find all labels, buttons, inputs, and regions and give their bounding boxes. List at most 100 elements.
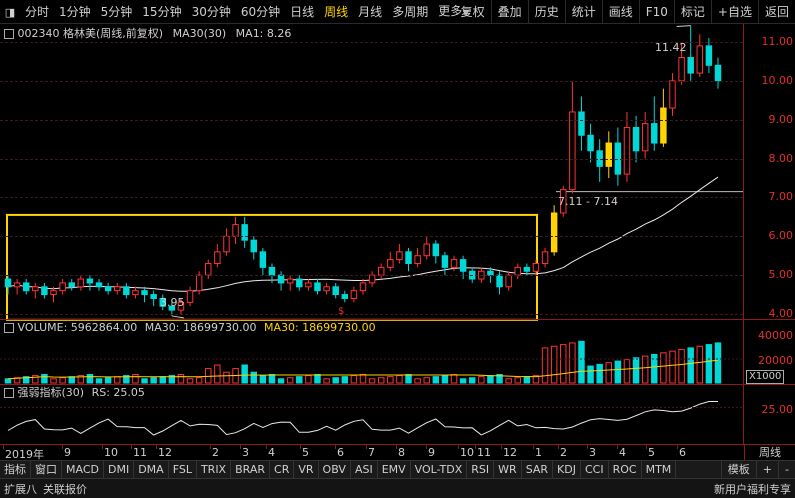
volume-bar bbox=[68, 376, 75, 384]
timeframe-tab[interactable]: 5分钟 bbox=[96, 0, 138, 24]
indicator-tab[interactable]: CCI bbox=[581, 461, 609, 478]
candle-body bbox=[22, 282, 30, 292]
indicator-tab[interactable]: TRIX bbox=[197, 461, 232, 478]
candle-body bbox=[286, 278, 294, 284]
volume-bar bbox=[241, 364, 248, 384]
timeframe-tab[interactable]: 分时 bbox=[20, 0, 54, 24]
date-tick bbox=[335, 445, 336, 449]
main-volume-divider[interactable] bbox=[0, 319, 795, 320]
dividend-icon[interactable]: $ bbox=[338, 306, 344, 317]
price-gridline bbox=[0, 275, 743, 277]
high-price-label: 11.42 bbox=[655, 41, 687, 54]
indicator-tab[interactable]: BRAR bbox=[231, 461, 271, 478]
toolbar-button[interactable]: 叠加 bbox=[490, 0, 528, 24]
timeframe-tab[interactable]: 1分钟 bbox=[54, 0, 96, 24]
status-link[interactable]: 关联报价 bbox=[43, 481, 87, 497]
volume-bar bbox=[623, 358, 631, 384]
candle-body bbox=[86, 278, 94, 284]
low-price-label: 3.95 bbox=[160, 296, 185, 309]
indicator-tab[interactable]: ROC bbox=[609, 461, 642, 478]
timeframe-tab[interactable]: 15分钟 bbox=[137, 0, 186, 24]
price-tick-label: 8.00 bbox=[768, 151, 794, 165]
main-legend: 002340 格林美(周线,前复权) MA30(30) MA1: 8.26 bbox=[4, 27, 291, 41]
indicator-action[interactable]: + bbox=[755, 461, 778, 478]
volume-label-high: 40000 bbox=[758, 329, 793, 342]
timeframe-tab[interactable]: 月线 bbox=[353, 0, 387, 24]
status-link[interactable]: 扩展八 bbox=[4, 481, 37, 497]
candle-body bbox=[50, 290, 57, 296]
indicator-tab[interactable]: DMI bbox=[104, 461, 135, 478]
volume-bar bbox=[450, 373, 458, 384]
pin-icon[interactable]: ◨ bbox=[0, 1, 20, 23]
volume-bar bbox=[469, 377, 476, 384]
date-tick bbox=[475, 445, 476, 449]
toolbar-button[interactable]: 画线 bbox=[601, 0, 639, 24]
timeframe-tab[interactable]: 30分钟 bbox=[187, 0, 236, 24]
indicator-tab[interactable]: VOL-TDX bbox=[411, 461, 468, 478]
candle-body bbox=[150, 294, 157, 299]
price-gridline bbox=[0, 158, 743, 160]
rs-panel-icon[interactable] bbox=[4, 388, 14, 398]
range-label: 7.11 - 7.14 bbox=[558, 195, 618, 208]
date-label: 3 bbox=[242, 446, 249, 459]
date-label: 11 bbox=[477, 446, 491, 459]
timeframe-tab[interactable]: 60分钟 bbox=[236, 0, 285, 24]
indicator-tab[interactable]: SAR bbox=[522, 461, 554, 478]
indicator-tab[interactable]: 窗口 bbox=[31, 461, 62, 478]
toolbar-button[interactable]: 复权 bbox=[455, 0, 491, 24]
toolbar-button[interactable]: 返回 bbox=[757, 0, 795, 24]
indicator-tab[interactable]: FSL bbox=[169, 461, 197, 478]
indicator-tab[interactable]: KDJ bbox=[553, 461, 581, 478]
indicator-tab[interactable]: VR bbox=[294, 461, 319, 478]
toolbar-button[interactable]: 统计 bbox=[564, 0, 602, 24]
panel-menu-icon[interactable] bbox=[4, 29, 14, 39]
indicator-tab[interactable]: DMA bbox=[134, 461, 169, 478]
volume-bar bbox=[41, 373, 48, 384]
date-tick bbox=[617, 445, 618, 449]
indicator-tab[interactable]: 指标 bbox=[0, 461, 31, 478]
indicator-tab[interactable]: CR bbox=[270, 461, 295, 478]
date-label: 4 bbox=[619, 446, 626, 459]
indicator-tab[interactable]: ASI bbox=[351, 461, 378, 478]
price-axis-border bbox=[743, 24, 744, 444]
volume-unit[interactable]: X1000 bbox=[746, 370, 785, 384]
indicator-tab[interactable]: RSI bbox=[467, 461, 495, 478]
volume-bar bbox=[214, 364, 221, 384]
indicator-tab[interactable]: EMV bbox=[378, 461, 411, 478]
candle-body bbox=[250, 239, 258, 253]
indicator-action[interactable]: 模板 bbox=[720, 461, 756, 478]
toolbar-button[interactable]: +自选 bbox=[710, 0, 758, 24]
toolbar-button[interactable]: 历史 bbox=[527, 0, 565, 24]
indicator-tab[interactable]: OBV bbox=[319, 461, 351, 478]
toolbar-button[interactable]: F10 bbox=[638, 0, 674, 24]
indicator-tab[interactable]: WR bbox=[494, 461, 522, 478]
indicator-tab[interactable]: MACD bbox=[62, 461, 104, 478]
promo-link[interactable]: 新用户福利专享 bbox=[714, 481, 791, 497]
price-tick-label: 7.00 bbox=[768, 190, 794, 204]
indicator-action[interactable]: - bbox=[778, 461, 795, 478]
toolbar-button[interactable]: 标记 bbox=[673, 0, 711, 24]
candle-body bbox=[578, 111, 585, 136]
volume-bar bbox=[223, 371, 230, 384]
timeframe-tab[interactable]: 日线 bbox=[285, 0, 319, 24]
price-gridline bbox=[0, 119, 743, 121]
volume-bar bbox=[332, 377, 339, 384]
volume-ma30-a: MA30: 18699730.00 bbox=[144, 321, 257, 334]
candle-body bbox=[241, 224, 248, 241]
volume-value: VOLUME: 5962864.00 bbox=[17, 321, 138, 334]
volume-bar bbox=[323, 378, 330, 384]
candle-body bbox=[195, 274, 203, 292]
date-tick bbox=[677, 445, 678, 449]
period-button[interactable]: 周线 bbox=[744, 445, 795, 461]
date-label: 5 bbox=[648, 446, 655, 459]
date-label: 9 bbox=[428, 446, 435, 459]
volume-panel-icon[interactable] bbox=[4, 323, 14, 333]
volume-bar bbox=[605, 362, 612, 384]
volume-rs-divider[interactable] bbox=[0, 384, 795, 385]
timeframe-tab[interactable]: 多周期 bbox=[387, 0, 433, 24]
indicator-tab[interactable]: MTM bbox=[642, 461, 677, 478]
volume-bar bbox=[50, 378, 57, 384]
timeframe-tab[interactable]: 周线 bbox=[319, 0, 353, 24]
date-tick bbox=[366, 445, 367, 449]
volume-bar bbox=[205, 368, 212, 384]
